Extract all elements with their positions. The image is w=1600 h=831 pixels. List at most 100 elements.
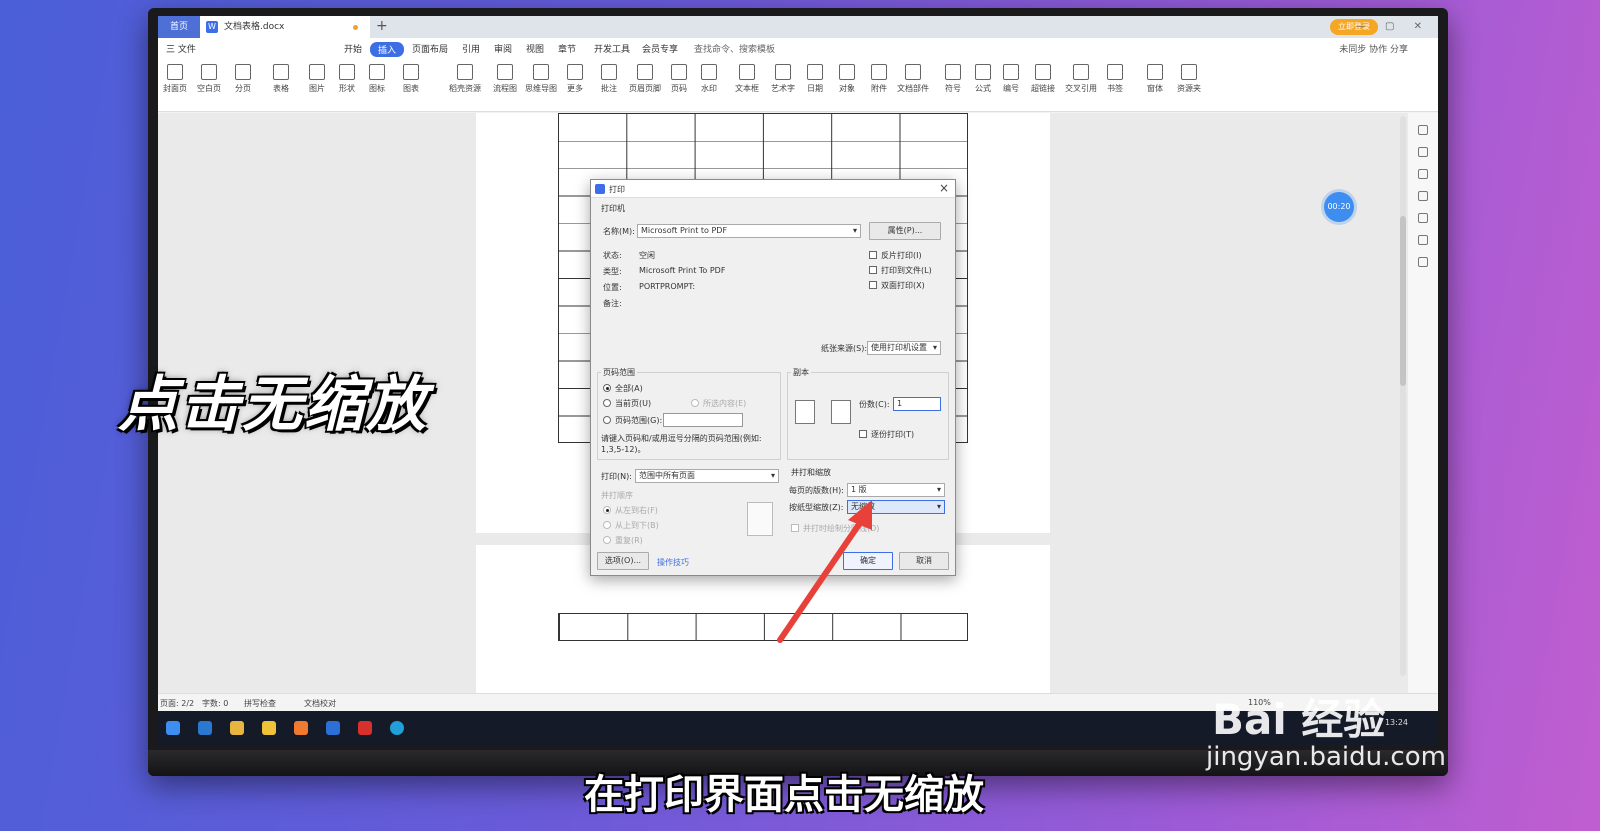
menu-references[interactable]: 引用 [462, 42, 480, 55]
ribbon-blank[interactable]: 空白页 [192, 64, 226, 94]
ribbon-break[interactable]: 分页 [226, 64, 260, 94]
page-range-input[interactable] [663, 413, 743, 427]
ribbon-icons[interactable]: 图标 [360, 64, 394, 94]
app2-icon[interactable] [294, 721, 308, 735]
select-icon[interactable] [1418, 169, 1428, 179]
ribbon-picture[interactable]: 图片 [300, 64, 334, 94]
ribbon-header-footer[interactable]: 页眉页脚 [628, 64, 662, 94]
printer-name-select[interactable]: Microsoft Print to PDF [637, 224, 861, 238]
ribbon-textbox[interactable]: 文本框 [730, 64, 764, 94]
document-table-row[interactable] [558, 613, 968, 641]
ribbon-more[interactable]: 更多 [558, 64, 592, 94]
new-tab-plus-icon[interactable]: + [376, 16, 388, 36]
print-what-select[interactable]: 范围中所有页面 [635, 469, 779, 483]
ribbon-hyperlink[interactable]: 超链接 [1026, 64, 1060, 94]
file-menu[interactable]: 三 文件 [166, 42, 196, 55]
range-selection-radio[interactable] [691, 399, 699, 407]
range-pages-radio[interactable] [603, 416, 611, 424]
menu-developer[interactable]: 开发工具 [594, 42, 630, 55]
app-icon[interactable] [262, 721, 276, 735]
object-icon [839, 64, 855, 80]
file-explorer-icon[interactable] [230, 721, 244, 735]
backup-icon[interactable] [1418, 235, 1428, 245]
windows-start-icon[interactable] [166, 721, 180, 735]
order-left-right-radio[interactable] [603, 506, 611, 514]
close-icon[interactable]: × [939, 181, 949, 195]
draw-lines-checkbox[interactable] [791, 524, 799, 532]
vertical-scrollbar[interactable] [1400, 116, 1406, 676]
baidu-watermark-url: jingyan.baidu.com [1206, 742, 1446, 772]
ok-button[interactable]: 确定 [843, 552, 893, 570]
more-icon [567, 64, 583, 80]
ribbon-doc-parts[interactable]: 文档部件 [896, 64, 930, 94]
ribbon-wordart[interactable]: 艺术字 [766, 64, 800, 94]
ribbon-bookmark[interactable]: 书签 [1098, 64, 1132, 94]
ribbon-cover[interactable]: 封面页 [158, 64, 192, 94]
cancel-button[interactable]: 取消 [899, 552, 949, 570]
window-controls[interactable]: — ▢ ✕ [1356, 16, 1430, 38]
reverse-print-checkbox[interactable] [869, 251, 877, 259]
order-top-bottom-radio[interactable] [603, 521, 611, 529]
menu-layout[interactable]: 页面布局 [412, 42, 448, 55]
ribbon-mindmap[interactable]: 思维导图 [524, 64, 558, 94]
range-current-radio[interactable] [603, 399, 611, 407]
system-tray-clock[interactable]: 13:24 [1385, 718, 1408, 728]
print-to-file-checkbox[interactable] [869, 266, 877, 274]
app3-icon[interactable] [326, 721, 340, 735]
range-all-radio[interactable] [603, 384, 611, 392]
menu-insert[interactable]: 插入 [370, 42, 405, 57]
word-count: 字数: 0 [202, 699, 229, 708]
command-search[interactable]: 查找命令、搜索模板 [694, 42, 775, 55]
pen-icon[interactable] [1418, 147, 1428, 157]
location-label: 位置: [603, 283, 622, 292]
pages-per-sheet-select[interactable]: 1 版 [847, 483, 945, 497]
order-repeat-radio[interactable] [603, 536, 611, 544]
ribbon-symbol[interactable]: 符号 [936, 64, 970, 94]
scale-to-paper-select[interactable]: 无缩放 [847, 500, 945, 514]
wps-taskbar-icon[interactable] [358, 721, 372, 735]
ribbon-comment[interactable]: 批注 [592, 64, 626, 94]
ribbon-flowchart[interactable]: 流程图 [488, 64, 522, 94]
menu-view[interactable]: 视图 [526, 42, 544, 55]
sync-share-actions[interactable]: 未同步 协作 分享 [1339, 42, 1408, 55]
paper-source-select[interactable]: 使用打印机设置 [867, 341, 941, 355]
attachment-icon [871, 64, 887, 80]
ribbon-date[interactable]: 日期 [798, 64, 832, 94]
spell-check-button[interactable]: 拼写检查 [244, 698, 276, 709]
menu-chapter[interactable]: 章节 [558, 42, 576, 55]
ribbon-page-number[interactable]: 页码 [662, 64, 696, 94]
collate-checkbox[interactable] [859, 430, 867, 438]
tab-home[interactable]: 首页 [158, 16, 200, 38]
ribbon-attachment[interactable]: 附件 [862, 64, 896, 94]
copies-input[interactable]: 1 [893, 397, 941, 411]
ribbon-numbering[interactable]: 编号 [994, 64, 1028, 94]
ribbon-object[interactable]: 对象 [830, 64, 864, 94]
help-icon[interactable] [1418, 213, 1428, 223]
edge-browser-icon[interactable] [390, 721, 404, 735]
ribbon-resource-folder[interactable]: 资源夹 [1172, 64, 1206, 94]
ribbon-chart[interactable]: 图表 [394, 64, 428, 94]
operation-tips-link[interactable]: 操作技巧 [657, 557, 689, 568]
table-icon [273, 64, 289, 80]
share-icon[interactable] [1418, 257, 1428, 267]
ribbon-table[interactable]: 表格 [264, 64, 298, 94]
duplex-checkbox[interactable] [869, 281, 877, 289]
mindmap-icon [533, 64, 549, 80]
print-dialog: 打印 × 打印机 名称(M): Microsoft Print to PDF 属… [590, 179, 956, 576]
status-label: 状态: [603, 251, 622, 260]
style-icon[interactable] [1418, 125, 1428, 135]
ribbon-cross-ref[interactable]: 交叉引用 [1064, 64, 1098, 94]
printer-properties-button[interactable]: 属性(P)... [869, 222, 941, 240]
options-button[interactable]: 选项(O)... [597, 552, 649, 570]
tab-document[interactable]: W 文档表格.docx [200, 16, 370, 38]
ribbon-daoke[interactable]: 稻壳资源 [448, 64, 482, 94]
proofread-button[interactable]: 文档校对 [304, 698, 336, 709]
menu-review[interactable]: 审阅 [494, 42, 512, 55]
ribbon-watermark[interactable]: 水印 [692, 64, 726, 94]
menu-start[interactable]: 开始 [344, 42, 362, 55]
settings-icon[interactable] [1418, 191, 1428, 201]
mail-icon[interactable] [198, 721, 212, 735]
ribbon-form[interactable]: 窗体 [1138, 64, 1172, 94]
ribbon-shape[interactable]: 形状 [330, 64, 364, 94]
menu-member[interactable]: 会员专享 [642, 42, 678, 55]
